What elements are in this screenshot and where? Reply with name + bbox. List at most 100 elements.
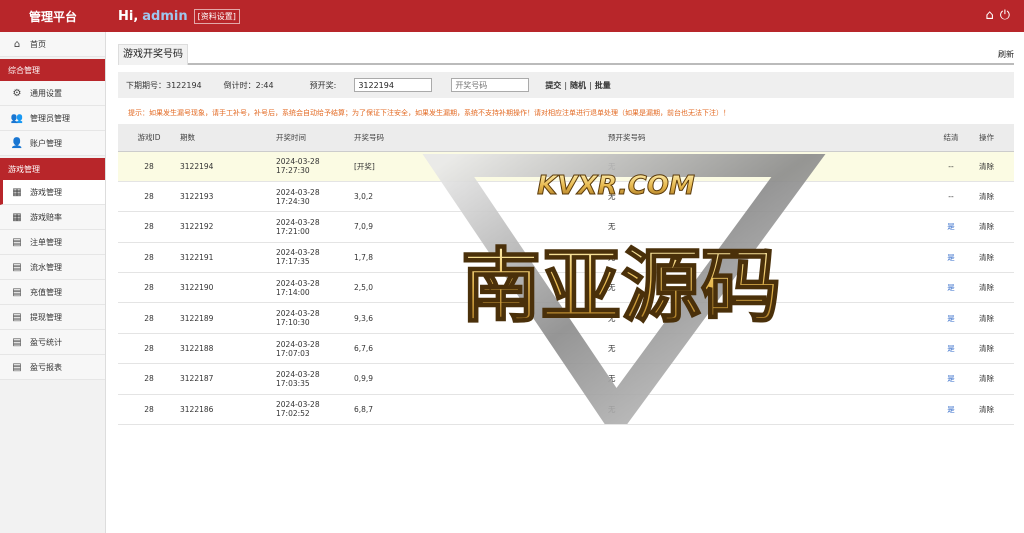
cell-draw-number: 1,7,8 [354,242,608,274]
cell-period: 3122191 [180,242,276,274]
draw-results-table: 游戏ID 期数 开奖时间 开奖号码 预开奖号码 结清 操作 28 3122194 2… [118,124,1014,426]
sidebar-item-deposits[interactable]: ▤ 充值管理 [0,280,105,305]
table-row: 28 3122193 2024-03-28 17:24:30 3,0,2 无 -- 清除 [118,181,1014,213]
cell-preset-number: 无 [608,242,923,274]
sidebar-item-label: 充值管理 [30,287,62,297]
table-row: 28 3122186 2024-03-28 17:02:52 6,8,7 无是清除 [118,394,1014,426]
cell-game-id: 28 [118,333,180,365]
users-icon: 👥 [10,112,24,124]
cell-draw-number: 0,9,9 [354,363,608,395]
sidebar-group-general[interactable]: 综合管理 [0,59,105,81]
table-row: 28 3122187 2024-03-28 17:03:35 0,9,9 无是清除 [118,363,1014,395]
preset-label: 预开奖: [309,80,337,90]
notice-tip: 提示：如果发生漏号现象，请手工补号，补号后，系统会自动给予结算；为了保证下注安全… [128,109,730,117]
sidebar-item-label: 提现管理 [30,312,62,322]
random-link[interactable]: 随机 [570,80,586,91]
cell-game-id: 28 [118,181,180,213]
cell-settled[interactable]: 是 [923,302,979,334]
home-icon[interactable]: ⌂ [985,8,993,23]
cell-settled[interactable]: 是 [923,333,979,365]
sidebar-group-games[interactable]: 游戏管理 [0,158,105,180]
cell-clear-action[interactable]: 清除 [979,394,1014,426]
cell-settled[interactable]: 是 [923,242,979,274]
cell-settled[interactable]: 是 [923,211,979,243]
cell-draw-time: 2024-03-28 17:21:00 [276,211,354,243]
cell-clear-action[interactable]: 清除 [979,272,1014,304]
sidebar-item-pnl-report[interactable]: ▤ 盈亏报表 [0,355,105,380]
cell-clear-action[interactable]: 清除 [979,333,1014,365]
cell-draw-number: 6,8,7 [354,394,608,426]
sidebar-item-game-odds[interactable]: ▦ 游戏赔率 [0,205,105,230]
sidebar-item-transactions[interactable]: ▤ 流水管理 [0,255,105,280]
sidebar-item-pnl-stats[interactable]: ▤ 盈亏统计 [0,330,105,355]
main-content: 游戏开奖号码 刷新 下期期号： 3122194 倒计时： 2:44 预开奖: 提… [106,32,1024,533]
sidebar-item-label: 盈亏统计 [30,337,62,347]
cell-preset-number: 无 [608,211,923,243]
next-period-label: 下期期号： [126,80,166,90]
cell-period: 3122194 [180,151,276,182]
cell-preset-number: 无 [608,302,923,334]
power-icon[interactable]: ⏻ [1000,8,1010,23]
table-row: 28 3122194 2024-03-28 17:27:30 [开奖] 无 -- 清除 [118,151,1014,182]
cell-period: 3122187 [180,363,276,395]
sidebar: ⌂ 首页 综合管理 ⚙ 通用设置 👥 管理员管理 👤 账户管理 游戏管理 ▦ 游… [0,32,106,533]
table-header-row: 游戏ID 期数 开奖时间 开奖号码 预开奖号码 结清 操作 [118,124,1014,152]
preset-period-input[interactable] [354,78,433,92]
sidebar-item-label: 账户管理 [30,138,62,148]
cell-settled[interactable]: 是 [923,363,979,395]
cell-preset-number: 无 [608,363,923,395]
col-settled: 结清 [923,124,979,152]
separator: | [589,80,592,90]
sidebar-item-bets[interactable]: ▤ 注单管理 [0,230,105,255]
username[interactable]: admin [142,9,187,24]
cell-clear-action[interactable]: 清除 [979,211,1014,243]
cell-game-id: 28 [118,394,180,426]
cell-settled[interactable]: 是 [923,272,979,304]
sidebar-item-label: 游戏管理 [30,187,62,197]
cell-draw-number: 7,0,9 [354,211,608,243]
batch-link[interactable]: 批量 [595,80,611,91]
list-icon: ▤ [12,261,22,273]
cell-draw-number: 3,0,2 [354,181,608,213]
sidebar-item-general-settings[interactable]: ⚙ 通用设置 [0,81,105,106]
sidebar-item-accounts[interactable]: 👤 账户管理 [0,131,105,156]
profile-settings-link[interactable]: [资料设置] [193,8,240,24]
submit-link[interactable]: 提交 [545,80,561,91]
grid-icon: ▦ [12,211,22,223]
col-game-id: 游戏ID [118,124,180,152]
cell-period: 3122189 [180,302,276,334]
cell-clear-action[interactable]: 清除 [979,242,1014,274]
list-icon: ▤ [12,336,22,348]
grid-icon: ▦ [12,186,22,198]
table-row: 28 3122191 2024-03-28 17:17:35 1,7,8 无是清除 [118,242,1014,274]
gear-icon: ⚙ [12,87,22,99]
cell-draw-time: 2024-03-28 17:17:35 [276,242,354,274]
page-title-tab[interactable]: 游戏开奖号码 [118,44,188,65]
sidebar-item-withdrawals[interactable]: ▤ 提现管理 [0,305,105,330]
brand-title: 管理平台 [28,9,77,24]
greeting-text: Hi, [118,8,139,24]
sidebar-item-home[interactable]: ⌂ 首页 [0,32,105,57]
refresh-link[interactable]: 刷新 [998,49,1014,60]
user-icon: 👤 [10,137,24,149]
top-bar: 管理平台 Hi, admin [资料设置] ⌂ ⏻ [0,0,1024,32]
sidebar-item-admins[interactable]: 👥 管理员管理 [0,106,105,131]
cell-preset-number: 无 [608,151,923,182]
table-row: 28 3122188 2024-03-28 17:07:03 6,7,6 无是清除 [118,333,1014,365]
cell-clear-action[interactable]: 清除 [979,151,1014,182]
table-row: 28 3122190 2024-03-28 17:14:00 2,5,0 无是清除 [118,272,1014,304]
cell-period: 3122192 [180,211,276,243]
sidebar-item-label: 首页 [30,39,46,49]
cell-clear-action[interactable]: 清除 [979,302,1014,334]
cell-draw-time: 2024-03-28 17:27:30 [276,151,354,182]
cell-period: 3122186 [180,394,276,426]
draw-number-input[interactable] [451,78,530,92]
cell-settled[interactable]: 是 [923,394,979,426]
cell-clear-action[interactable]: 清除 [979,363,1014,395]
cell-clear-action[interactable]: 清除 [979,181,1014,213]
sidebar-item-game-management[interactable]: ▦ 游戏管理 [0,180,105,205]
cell-draw-number: [开奖] [354,151,608,182]
cell-preset-number: 无 [608,181,923,213]
sidebar-item-label: 流水管理 [30,262,62,272]
cell-game-id: 28 [118,151,180,182]
